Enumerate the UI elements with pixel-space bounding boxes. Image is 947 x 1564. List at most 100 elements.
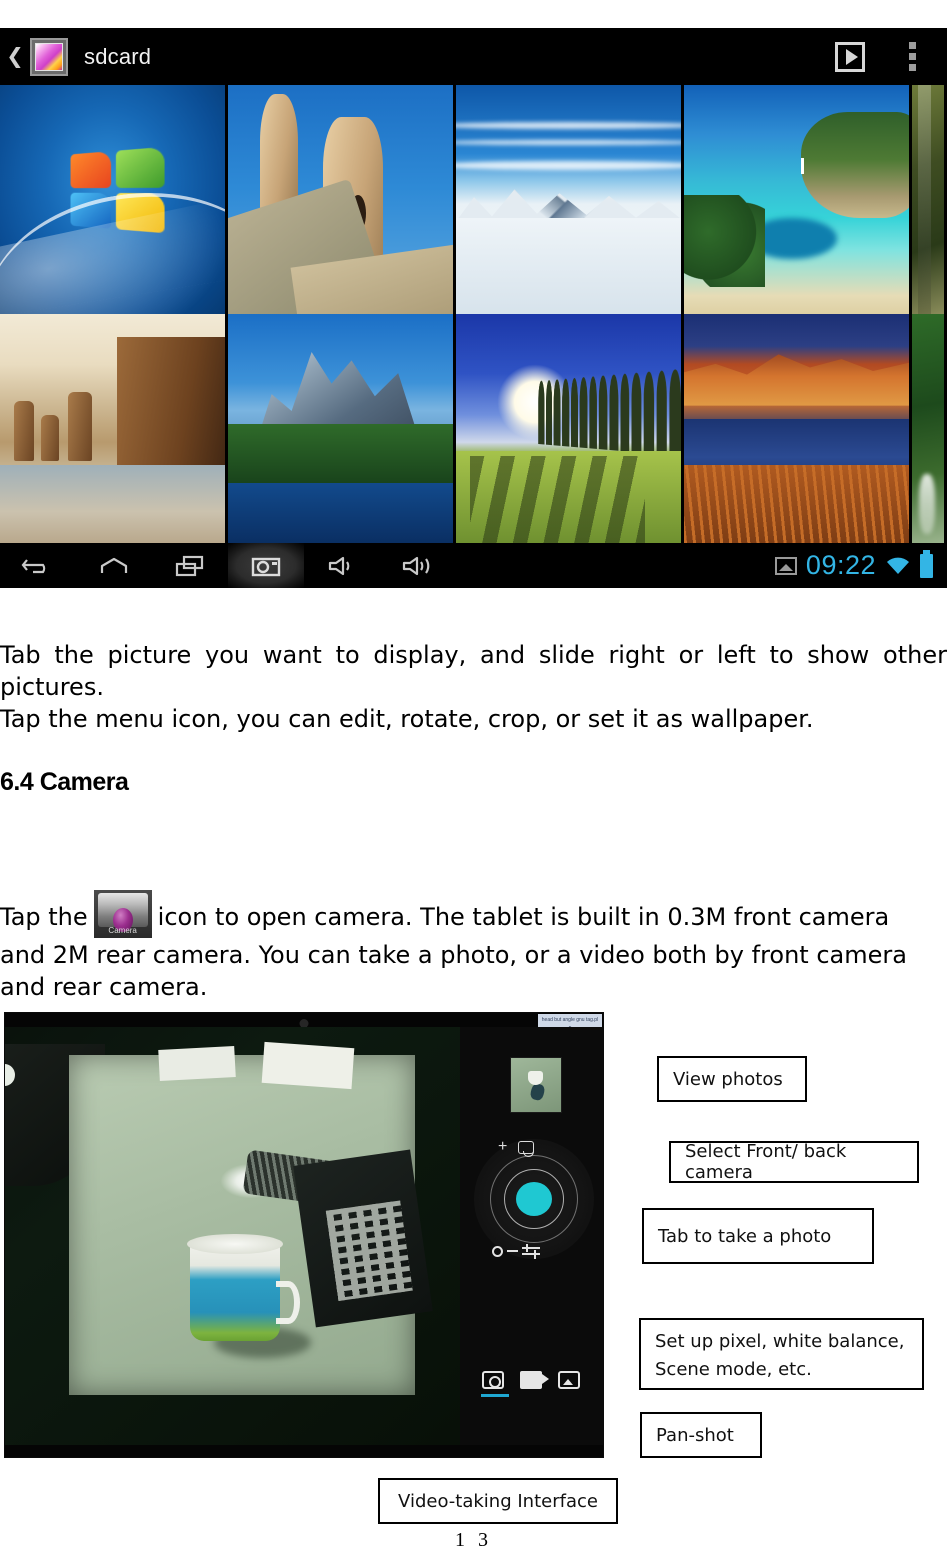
android-gallery-screenshot: ❮ sdcard 09:22 — [0, 28, 947, 588]
back-arrow-icon[interactable] — [0, 543, 76, 588]
camera-settings-icon[interactable] — [522, 1244, 540, 1260]
camera-intro-paragraph: Tap the Camera icon to open camera. The ta… — [0, 890, 940, 938]
cloud-band — [456, 121, 681, 129]
volume-up-icon[interactable] — [380, 543, 456, 588]
lamp-highlight — [5, 1063, 16, 1087]
status-clock: 09:22 — [805, 550, 876, 580]
gallery-row — [0, 314, 947, 543]
screenshot-camera-icon[interactable] — [228, 543, 304, 588]
menu-instruction-paragraph: Tap the menu icon, you can edit, rotate,… — [0, 705, 814, 733]
callout-view-photos: View photos — [657, 1056, 807, 1102]
home-icon[interactable] — [76, 543, 152, 588]
dry-reeds — [684, 465, 909, 543]
chimney-left — [259, 94, 298, 214]
camera-intro-prefix: Tap the — [0, 903, 88, 931]
forest-photo-partial[interactable] — [912, 85, 947, 314]
headland — [801, 112, 909, 218]
video-mode-tab[interactable] — [520, 1371, 549, 1389]
chevron-left-icon[interactable]: ❮ — [2, 46, 28, 67]
paper-sheet — [261, 1041, 355, 1089]
recent-apps-icon[interactable] — [152, 543, 228, 588]
camera-app-icon: Camera — [93, 890, 152, 938]
breadcrumb-folder-name: sdcard — [84, 43, 152, 69]
sea-stack — [67, 391, 93, 461]
system-status-icons: 09:22 — [774, 549, 947, 581]
phone-keypad — [325, 1200, 414, 1302]
pine-forest — [228, 423, 453, 489]
desert-canyon-photo[interactable] — [684, 314, 912, 543]
camera-spec-paragraph: and 2M rear camera. You can take a photo… — [0, 941, 907, 1001]
sea-stack — [13, 401, 34, 461]
windows-7-art — [0, 85, 225, 314]
sea-stacks-beach-photo[interactable] — [0, 314, 228, 543]
windows-7-wallpaper[interactable] — [0, 85, 228, 314]
plus-icon[interactable]: + — [498, 1138, 507, 1156]
page-number: 1 3 — [455, 1529, 492, 1551]
arch-shadows — [469, 455, 645, 543]
play-triangle — [845, 48, 858, 65]
thumbnail-shadow — [529, 1082, 546, 1102]
coastal-trees — [684, 194, 765, 287]
alpine-art — [228, 314, 453, 543]
wifi-icon — [887, 557, 909, 574]
waterfall-art — [912, 314, 944, 543]
gaudi-architecture-photo[interactable] — [228, 85, 456, 314]
lake — [228, 483, 453, 543]
callout-take-photo: Tab to take a photo — [642, 1208, 874, 1264]
turquoise-coast-photo[interactable] — [684, 85, 912, 314]
overflow-dot — [908, 64, 916, 71]
aqueduct-arches-photo[interactable] — [456, 314, 684, 543]
gallery-app-icon[interactable] — [30, 37, 68, 76]
camera-interface-photo: head but angle gnu tag.pl p + — [4, 1012, 604, 1458]
sailboat — [801, 158, 804, 175]
mug-handle — [276, 1281, 300, 1325]
gallery-instruction-paragraph: Tab the picture you want to display, and… — [0, 641, 947, 701]
cloud-band — [456, 139, 681, 145]
gallery-row — [0, 85, 947, 314]
battery-icon — [920, 549, 933, 578]
photo-mode-tab[interactable] — [481, 1371, 509, 1397]
callout-settings: Set up pixel, white balance, Scene mode,… — [639, 1318, 924, 1390]
camera-body — [97, 893, 148, 932]
volume-down-icon[interactable] — [304, 543, 380, 588]
wet-sand — [0, 465, 225, 543]
waterfall-photo-partial[interactable] — [912, 314, 947, 543]
callout-pan-shot: Pan-shot — [640, 1412, 762, 1458]
snow-field — [456, 217, 681, 314]
arch-row — [538, 368, 681, 456]
callout-settings-line2: Scene mode, etc. — [655, 1358, 812, 1380]
aqueduct-art — [456, 314, 681, 543]
camera-mode-tabs — [481, 1371, 592, 1405]
forest-art — [912, 85, 944, 314]
sea-stack-art — [0, 314, 225, 543]
overflow-menu-icon[interactable] — [899, 42, 925, 71]
callout-video-interface: Video-taking Interface — [378, 1478, 618, 1524]
switch-camera-icon[interactable] — [518, 1141, 534, 1157]
minus-icon[interactable] — [492, 1246, 503, 1257]
shutter-button[interactable] — [516, 1182, 552, 1216]
camera-controls-panel: + — [460, 1027, 603, 1445]
camera-icon-label: Camera — [108, 926, 137, 936]
mug-rim — [187, 1233, 283, 1254]
section-heading-6-4-camera: 6.4 Camera — [0, 768, 129, 796]
gallery-app-icon-art — [35, 42, 63, 71]
paper-sheet — [158, 1046, 236, 1081]
sea-stack — [40, 414, 59, 461]
coast-art — [684, 85, 909, 314]
last-photo-thumbnail[interactable] — [510, 1057, 562, 1113]
camera-intro-suffix: icon to open camera. The tablet is built… — [157, 903, 890, 931]
overflow-dot — [908, 53, 916, 60]
android-system-navbar: 09:22 — [0, 543, 947, 588]
desk-phone — [293, 1149, 433, 1328]
panorama-mode-tab[interactable] — [558, 1371, 580, 1389]
snow-mountain-art — [456, 85, 681, 314]
callout-select-camera: Select Front/ back camera — [669, 1141, 919, 1183]
snowy-mountain-photo[interactable] — [456, 85, 684, 314]
image-notification-icon[interactable] — [774, 556, 797, 575]
callout-settings-line1: Set up pixel, white balance, — [655, 1331, 905, 1352]
gallery-photo-grid — [0, 85, 947, 543]
alpine-lake-photo[interactable] — [228, 314, 456, 543]
red-mesa — [684, 354, 909, 406]
play-slideshow-icon[interactable] — [835, 41, 865, 72]
canyon-art — [684, 314, 909, 543]
